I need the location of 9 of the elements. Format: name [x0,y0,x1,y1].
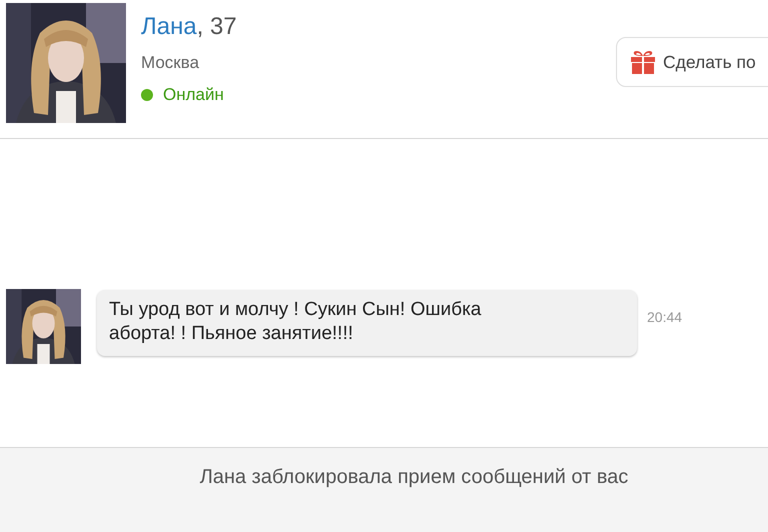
blocked-notice: Лана заблокировала прием сообщений от вас [200,466,628,490]
message-bubble: Ты урод вот и молчу ! Сукин Сын! Ошибка аборта! ! Пьяное занятие!!!! [97,290,637,356]
gift-button[interactable]: Сделать по [616,37,768,87]
profile-city: Москва [141,53,200,73]
status-label: Онлайн [163,85,224,105]
gift-icon [630,50,656,74]
profile-age: , 37 [196,13,237,41]
profile-name[interactable]: Лана [141,13,197,41]
message-time: 20:44 [647,309,682,325]
